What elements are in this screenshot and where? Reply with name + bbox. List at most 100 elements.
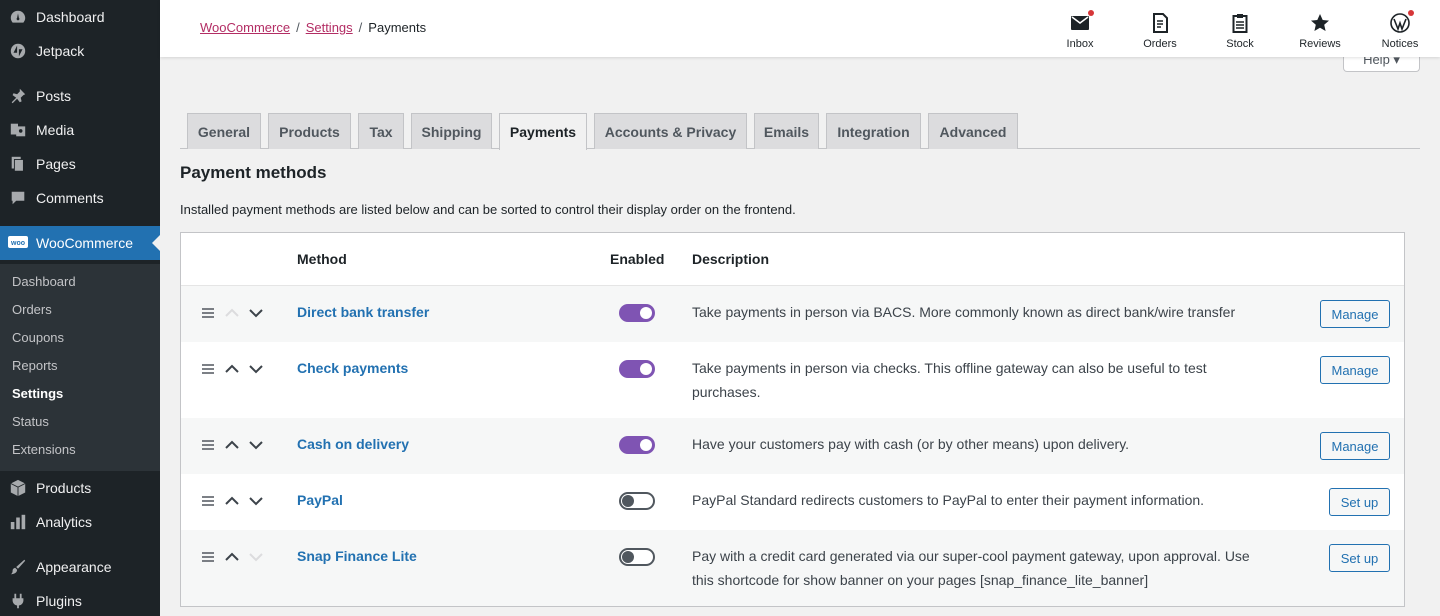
notification-dot	[1088, 10, 1094, 16]
sidebar-item-comments[interactable]: Comments	[0, 181, 160, 215]
tab-tax[interactable]: Tax	[358, 113, 404, 149]
notification-dot	[1408, 10, 1414, 16]
enabled-toggle[interactable]	[619, 360, 655, 378]
sidebar-item-label: Media	[36, 122, 75, 138]
breadcrumb-separator: /	[358, 20, 363, 35]
method-description: PayPal Standard redirects customers to P…	[692, 488, 1292, 512]
sidebar-item-label: Appearance	[36, 559, 112, 575]
breadcrumb-current: Payments	[368, 20, 427, 35]
sidebar-item-analytics[interactable]: Analytics	[0, 505, 160, 539]
tab-emails[interactable]: Emails	[754, 113, 819, 149]
breadcrumb: WooCommerce / Settings / Payments	[200, 20, 426, 35]
tab-general[interactable]: General	[187, 113, 261, 149]
enabled-toggle[interactable]	[619, 436, 655, 454]
method-link-check-payments[interactable]: Check payments	[297, 360, 408, 376]
sidebar-item-label: Analytics	[36, 514, 93, 530]
manage-button[interactable]: Manage	[1320, 300, 1390, 328]
breadcrumb-woocommerce-link[interactable]: WooCommerce	[200, 20, 290, 35]
breadcrumb-settings-link[interactable]: Settings	[306, 20, 353, 35]
move-up-icon[interactable]	[225, 550, 239, 565]
move-down-icon[interactable]	[249, 438, 263, 453]
header-stock-button[interactable]: Stock	[1205, 0, 1275, 57]
header-reviews-label: Reviews	[1299, 38, 1341, 50]
sidebar-item-woocommerce[interactable]: woo WooCommerce	[0, 226, 160, 260]
tab-products[interactable]: Products	[268, 113, 351, 149]
header-inbox-button[interactable]: Inbox	[1045, 0, 1115, 57]
comments-icon	[0, 189, 36, 207]
method-description: Take payments in person via BACS. More c…	[692, 300, 1292, 324]
header-inbox-label: Inbox	[1066, 38, 1094, 50]
drag-handle-icon[interactable]	[202, 362, 214, 377]
manage-button[interactable]: Manage	[1320, 432, 1390, 460]
sidebar-item-plugins[interactable]: Plugins	[0, 584, 160, 616]
method-description: Take payments in person via checks. This…	[692, 356, 1292, 404]
table-row: Cash on delivery Have your customers pay…	[181, 418, 1404, 474]
tab-integration[interactable]: Integration	[826, 113, 921, 149]
sidebar-item-label: Comments	[36, 190, 104, 206]
drag-handle-icon[interactable]	[202, 494, 214, 509]
enabled-toggle[interactable]	[619, 492, 655, 510]
move-up-icon[interactable]	[225, 306, 239, 321]
section-intro: Installed payment methods are listed bel…	[180, 202, 796, 217]
drag-handle-icon[interactable]	[202, 550, 214, 565]
dashboard-icon	[0, 8, 36, 26]
description-line: Take payments in person via checks. This…	[692, 360, 1207, 376]
pages-icon	[0, 155, 36, 173]
tab-accounts-privacy[interactable]: Accounts & Privacy	[594, 113, 747, 149]
method-description: Have your customers pay with cash (or by…	[692, 432, 1292, 456]
submenu-item-coupons[interactable]: Coupons	[12, 323, 64, 351]
description-line: Have your customers pay with cash (or by…	[692, 436, 1130, 452]
sidebar-item-appearance[interactable]: Appearance	[0, 550, 160, 584]
media-icon	[0, 121, 36, 139]
tab-shipping[interactable]: Shipping	[411, 113, 492, 149]
settings-tabs: General Products Tax Shipping Payments A…	[180, 113, 1420, 150]
submenu-item-settings[interactable]: Settings	[12, 379, 63, 407]
tab-payments[interactable]: Payments	[499, 113, 587, 150]
sidebar-item-label: Plugins	[36, 593, 82, 609]
sidebar-item-jetpack[interactable]: Jetpack	[0, 34, 160, 68]
enabled-toggle[interactable]	[619, 304, 655, 322]
sidebar-item-pages[interactable]: Pages	[0, 147, 160, 181]
breadcrumb-separator: /	[296, 20, 300, 35]
manage-button[interactable]: Manage	[1320, 356, 1390, 384]
drag-handle-icon[interactable]	[202, 306, 214, 321]
star-icon	[1310, 12, 1330, 34]
description-line: Take payments in person via BACS. More c…	[692, 304, 1236, 320]
method-link-snap-finance-lite[interactable]: Snap Finance Lite	[297, 548, 417, 564]
move-down-icon[interactable]	[249, 550, 263, 565]
description-line: purchases.	[692, 384, 761, 400]
submenu-item-reports[interactable]: Reports	[12, 351, 58, 379]
sidebar-item-label: WooCommerce	[36, 235, 133, 251]
orders-icon	[1152, 12, 1168, 34]
move-down-icon[interactable]	[249, 362, 263, 377]
enabled-toggle[interactable]	[619, 548, 655, 566]
move-up-icon[interactable]	[225, 362, 239, 377]
header-stock-label: Stock	[1226, 38, 1254, 50]
set-up-button[interactable]: Set up	[1329, 544, 1390, 572]
sidebar-item-posts[interactable]: Posts	[0, 79, 160, 113]
column-method: Method	[297, 251, 347, 267]
sidebar-item-dashboard[interactable]: Dashboard	[0, 0, 160, 34]
header-notices-button[interactable]: Notices	[1365, 0, 1435, 57]
set-up-button[interactable]: Set up	[1329, 488, 1390, 516]
method-link-direct-bank-transfer[interactable]: Direct bank transfer	[297, 304, 429, 320]
sidebar-item-media[interactable]: Media	[0, 113, 160, 147]
submenu-item-status[interactable]: Status	[12, 407, 49, 435]
submenu-item-dashboard[interactable]: Dashboard	[12, 267, 76, 295]
move-down-icon[interactable]	[249, 494, 263, 509]
header-orders-button[interactable]: Orders	[1125, 0, 1195, 57]
submenu-item-orders[interactable]: Orders	[12, 295, 52, 323]
method-link-cash-on-delivery[interactable]: Cash on delivery	[297, 436, 409, 452]
submenu-item-extensions[interactable]: Extensions	[12, 435, 76, 463]
box-icon	[0, 479, 36, 497]
tab-advanced[interactable]: Advanced	[928, 113, 1018, 149]
column-enabled: Enabled	[610, 251, 665, 267]
header-reviews-button[interactable]: Reviews	[1285, 0, 1355, 57]
svg-text:woo: woo	[10, 240, 25, 247]
sidebar-item-products[interactable]: Products	[0, 471, 160, 505]
move-up-icon[interactable]	[225, 494, 239, 509]
drag-handle-icon[interactable]	[202, 438, 214, 453]
move-down-icon[interactable]	[249, 306, 263, 321]
method-link-paypal[interactable]: PayPal	[297, 492, 343, 508]
move-up-icon[interactable]	[225, 438, 239, 453]
